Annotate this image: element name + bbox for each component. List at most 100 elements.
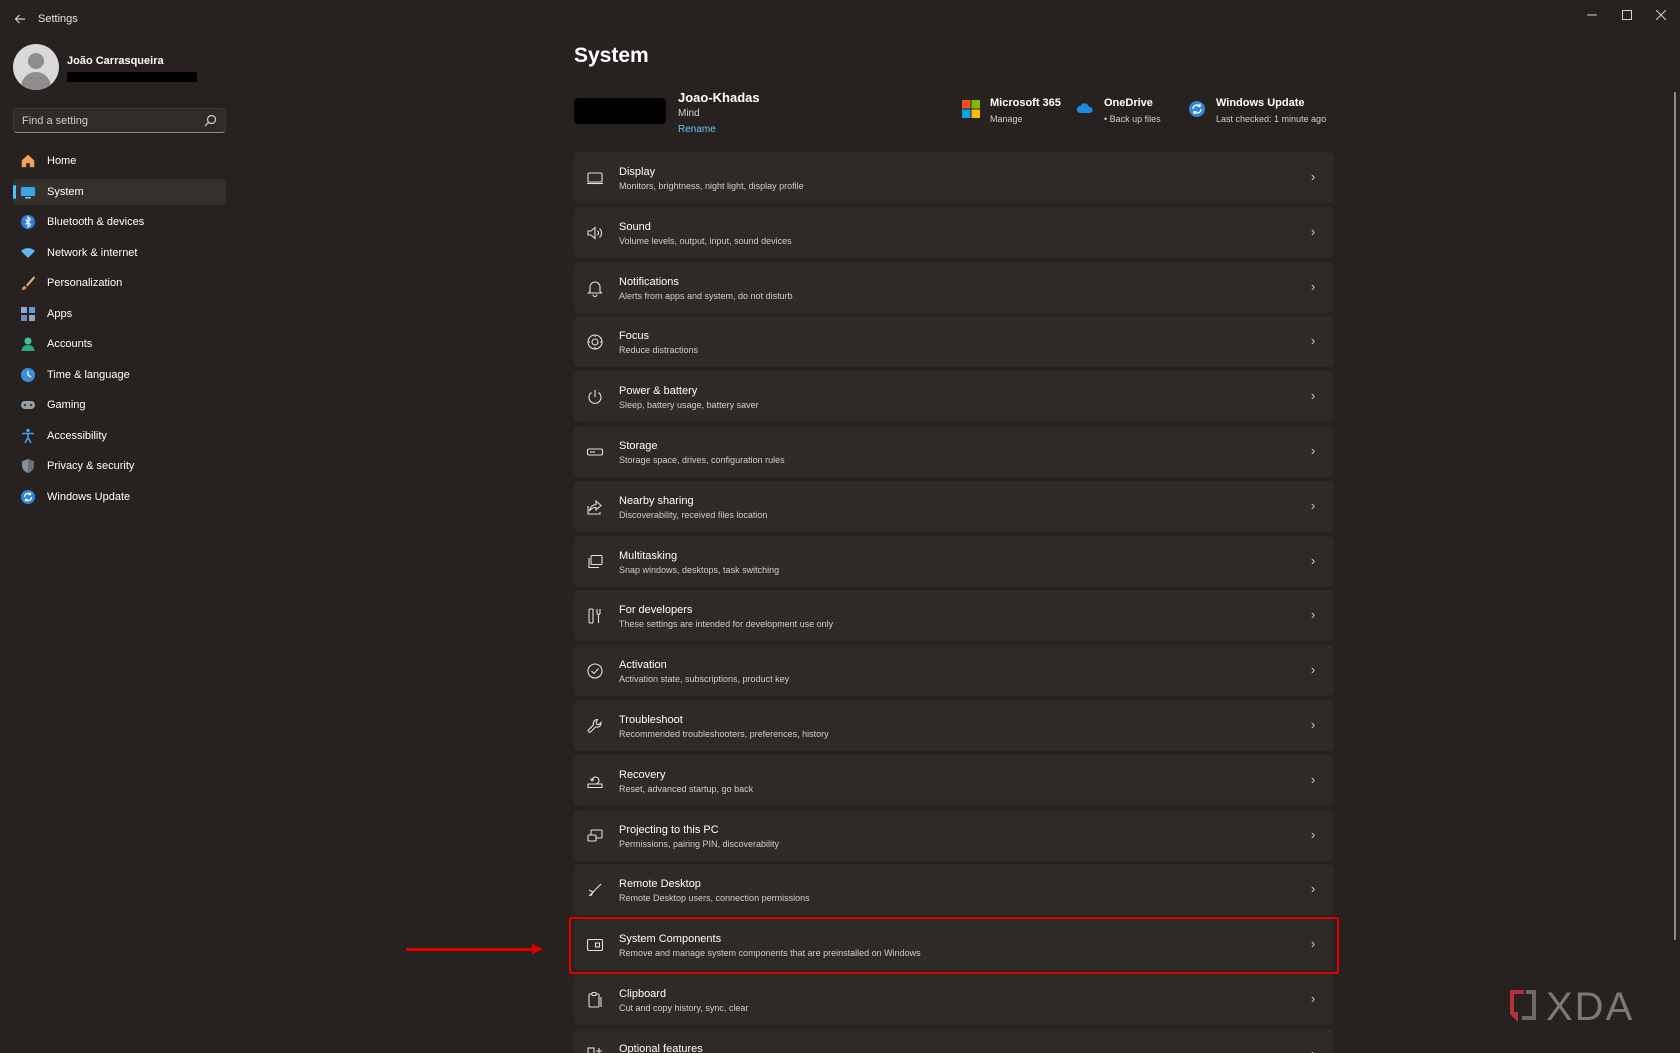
- search-input[interactable]: [22, 113, 202, 129]
- scrollbar[interactable]: [1674, 92, 1676, 940]
- sidebar-item-privacy[interactable]: Privacy & security: [13, 453, 226, 479]
- settings-card-power-battery[interactable]: Power & battery Sleep, battery usage, ba…: [574, 371, 1334, 422]
- speaker-icon: [586, 224, 604, 242]
- apps-icon: [20, 306, 36, 322]
- sidebar-item-accounts[interactable]: Accounts: [13, 331, 226, 357]
- arrow-left-icon: [14, 13, 26, 25]
- card-subtitle: Reduce distractions: [619, 345, 698, 355]
- card-title: Nearby sharing: [619, 495, 694, 507]
- sidebar-item-label: Gaming: [47, 399, 86, 411]
- settings-card-projecting[interactable]: Projecting to this PC Permissions, pairi…: [574, 810, 1334, 861]
- settings-list: Display Monitors, brightness, night ligh…: [574, 152, 1334, 1053]
- sidebar-item-personalization[interactable]: Personalization: [13, 270, 226, 296]
- card-subtitle: Sleep, battery usage, battery saver: [619, 400, 759, 410]
- chevron-right-icon: ›: [1306, 1046, 1320, 1053]
- person-icon: [20, 336, 36, 352]
- settings-card-optional-features[interactable]: Optional features ›: [574, 1029, 1334, 1053]
- chevron-right-icon: ›: [1306, 388, 1320, 404]
- settings-card-for-developers[interactable]: For developers These settings are intend…: [574, 590, 1334, 641]
- quick-link-subtitle: Last checked: 1 minute ago: [1216, 114, 1326, 124]
- close-icon: [1656, 10, 1666, 20]
- card-subtitle: Cut and copy history, sync, clear: [619, 1003, 748, 1013]
- quick-link-title: OneDrive: [1104, 97, 1161, 109]
- settings-card-remote-desktop[interactable]: Remote Desktop Remote Desktop users, con…: [574, 864, 1334, 915]
- back-button[interactable]: [10, 10, 30, 28]
- quick-link-microsoft-365[interactable]: Microsoft 365 Manage: [962, 97, 1061, 124]
- settings-card-sound[interactable]: Sound Volume levels, output, input, soun…: [574, 207, 1334, 258]
- settings-card-display[interactable]: Display Monitors, brightness, night ligh…: [574, 152, 1334, 203]
- gamepad-icon: [20, 397, 36, 413]
- sidebar-item-home[interactable]: Home: [13, 148, 226, 174]
- sidebar-nav: Home System Bluetooth & devices Network …: [13, 148, 226, 514]
- share-icon: [586, 498, 604, 516]
- card-subtitle: These settings are intended for developm…: [619, 619, 833, 629]
- settings-card-troubleshoot[interactable]: Troubleshoot Recommended troubleshooters…: [574, 700, 1334, 751]
- sidebar-item-time-language[interactable]: Time & language: [13, 362, 226, 388]
- card-subtitle: Snap windows, desktops, task switching: [619, 565, 779, 575]
- card-subtitle: Discoverability, received files location: [619, 510, 767, 520]
- sidebar-item-accessibility[interactable]: Accessibility: [13, 423, 226, 449]
- sidebar-item-label: Apps: [47, 308, 72, 320]
- quick-link-title: Microsoft 365: [990, 97, 1061, 109]
- card-subtitle: Activation state, subscriptions, product…: [619, 674, 789, 684]
- quick-link-title: Windows Update: [1216, 97, 1326, 109]
- watermark-text: XDA: [1546, 985, 1634, 1029]
- close-button[interactable]: [1643, 4, 1679, 28]
- card-subtitle: Permissions, pairing PIN, discoverabilit…: [619, 839, 779, 849]
- maximize-icon: [1622, 10, 1632, 20]
- monitor-icon: [20, 184, 36, 200]
- onedrive-cloud-icon: [1076, 100, 1094, 118]
- sidebar-item-system[interactable]: System: [13, 179, 226, 205]
- search-box[interactable]: [13, 108, 226, 133]
- sidebar-item-bluetooth[interactable]: Bluetooth & devices: [13, 209, 226, 235]
- card-subtitle: Alerts from apps and system, do not dist…: [619, 291, 793, 301]
- settings-card-system-components[interactable]: System Components Remove and manage syst…: [574, 919, 1334, 970]
- storage-icon: [586, 443, 604, 461]
- sidebar-item-label: Time & language: [47, 369, 130, 381]
- sidebar-item-label: Accessibility: [47, 430, 107, 442]
- minimize-button[interactable]: [1574, 4, 1610, 28]
- card-title: Recovery: [619, 769, 665, 781]
- sidebar-item-network[interactable]: Network & internet: [13, 240, 226, 266]
- settings-card-multitasking[interactable]: Multitasking Snap windows, desktops, tas…: [574, 536, 1334, 587]
- quick-link-windows-update[interactable]: Windows Update Last checked: 1 minute ag…: [1188, 97, 1326, 124]
- update-icon: [1188, 100, 1206, 118]
- card-title: Sound: [619, 221, 651, 233]
- card-title: Optional features: [619, 1043, 703, 1053]
- card-subtitle: Remote Desktop users, connection permiss…: [619, 893, 810, 903]
- chevron-right-icon: ›: [1306, 279, 1320, 295]
- sidebar-item-label: Privacy & security: [47, 460, 134, 472]
- card-subtitle: Reset, advanced startup, go back: [619, 784, 753, 794]
- power-icon: [586, 388, 604, 406]
- maximize-button[interactable]: [1609, 4, 1645, 28]
- optional-features-icon: [586, 1046, 604, 1053]
- settings-card-recovery[interactable]: Recovery Reset, advanced startup, go bac…: [574, 755, 1334, 806]
- card-title: System Components: [619, 933, 721, 945]
- device-image-redacted: [574, 98, 666, 124]
- avatar-body: [21, 72, 51, 90]
- settings-card-nearby-sharing[interactable]: Nearby sharing Discoverability, received…: [574, 481, 1334, 532]
- sidebar-item-windows-update[interactable]: Windows Update: [13, 484, 226, 510]
- settings-card-focus[interactable]: Focus Reduce distractions ›: [574, 316, 1334, 367]
- card-title: For developers: [619, 604, 692, 616]
- bluetooth-icon: [20, 214, 36, 230]
- sidebar-item-gaming[interactable]: Gaming: [13, 392, 226, 418]
- sidebar-item-label: System: [47, 186, 84, 198]
- avatar[interactable]: [13, 44, 59, 90]
- quick-link-onedrive[interactable]: OneDrive • Back up files: [1076, 97, 1161, 124]
- settings-card-storage[interactable]: Storage Storage space, drives, configura…: [574, 426, 1334, 477]
- clipboard-icon: [586, 991, 604, 1009]
- settings-card-notifications[interactable]: Notifications Alerts from apps and syste…: [574, 262, 1334, 313]
- rename-link[interactable]: Rename: [678, 124, 716, 135]
- chevron-right-icon: ›: [1306, 662, 1320, 678]
- chevron-right-icon: ›: [1306, 443, 1320, 459]
- settings-card-clipboard[interactable]: Clipboard Cut and copy history, sync, cl…: [574, 974, 1334, 1025]
- chevron-right-icon: ›: [1306, 553, 1320, 569]
- recovery-icon: [586, 772, 604, 790]
- search-icon[interactable]: [204, 114, 217, 127]
- sidebar-item-apps[interactable]: Apps: [13, 301, 226, 327]
- wifi-icon: [20, 245, 36, 261]
- settings-card-activation[interactable]: Activation Activation state, subscriptio…: [574, 645, 1334, 696]
- sidebar-item-label: Network & internet: [47, 247, 137, 259]
- redacted-email: [67, 72, 197, 82]
